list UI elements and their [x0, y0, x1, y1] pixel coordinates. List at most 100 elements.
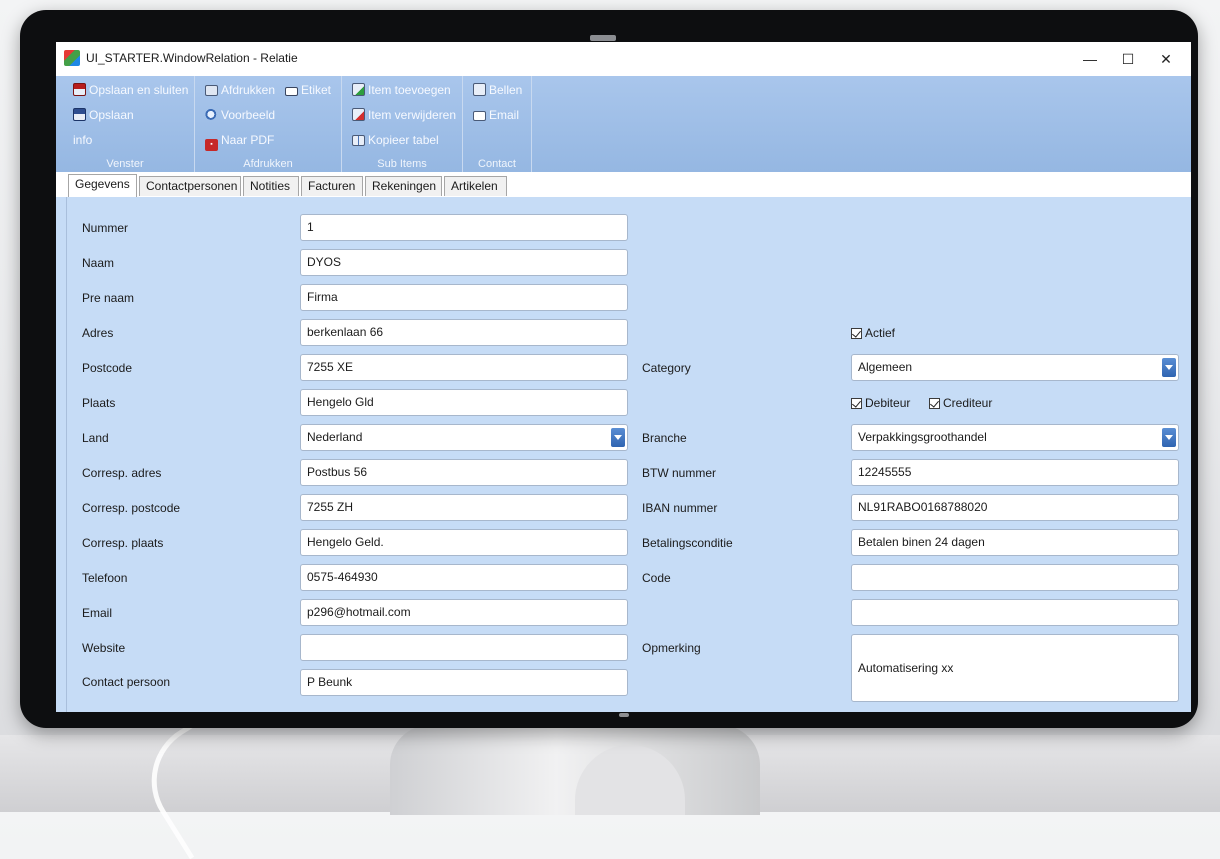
corresp-adres-field[interactable]: Postbus 56	[300, 459, 628, 486]
category-dropdown[interactable]: Algemeen	[851, 354, 1179, 381]
label-iban-nummer: IBAN nummer	[642, 501, 718, 515]
ribbon-group-label: Venster	[106, 158, 144, 170]
debiteur-checkbox[interactable]	[851, 398, 862, 409]
tab-facturen[interactable]: Facturen	[301, 176, 363, 196]
print-button[interactable]: Afdrukken	[205, 81, 275, 99]
extra-field[interactable]	[851, 599, 1179, 626]
tab-notities[interactable]: Notities	[243, 176, 299, 196]
label-opmerking: Opmerking	[642, 641, 701, 655]
title-bar: UI_STARTER.WindowRelation - Relatie — ☐ …	[56, 42, 1191, 76]
app-icon	[64, 50, 80, 66]
maximize-button[interactable]: ☐	[1114, 48, 1142, 70]
chevron-down-icon[interactable]	[1162, 428, 1176, 447]
preview-button[interactable]: Voorbeeld	[205, 106, 275, 124]
tab-contactpersonen[interactable]: Contactpersonen	[139, 176, 241, 196]
remove-item-button[interactable]: Item verwijderen	[352, 106, 456, 124]
label-corresp-postcode: Corresp. postcode	[82, 501, 181, 515]
save-button[interactable]: Opslaan	[73, 106, 134, 124]
label-email: Email	[82, 606, 113, 620]
label-pre-naam: Pre naam	[82, 291, 135, 305]
save-icon	[73, 108, 86, 121]
tab-gegevens[interactable]: Gegevens	[68, 174, 137, 197]
close-button[interactable]: ✕	[1152, 48, 1180, 70]
ribbon-group-contact: Bellen Email Contact	[463, 76, 532, 172]
plaats-field[interactable]: Hengelo Gld	[300, 389, 628, 416]
naam-field[interactable]: DYOS	[300, 249, 628, 276]
tab-artikelen[interactable]: Artikelen	[444, 176, 507, 196]
monitor-frame: UI_STARTER.WindowRelation - Relatie — ☐ …	[20, 10, 1198, 728]
label-betalingsconditie: Betalingsconditie	[642, 536, 733, 550]
land-dropdown[interactable]: Nederland	[300, 424, 628, 451]
copy-table-button[interactable]: Kopieer tabel	[352, 131, 439, 149]
land-dropdown-value: Nederland	[307, 430, 363, 444]
betalingsconditie-field[interactable]: Betalen binen 24 dagen	[851, 529, 1179, 556]
category-dropdown-value: Algemeen	[858, 360, 913, 374]
label-branche: Branche	[642, 431, 687, 445]
crediteur-label: Crediteur	[943, 396, 993, 410]
label-plaats: Plaats	[82, 396, 116, 410]
email-button[interactable]: Email	[473, 106, 519, 124]
tab-rekeningen[interactable]: Rekeningen	[365, 176, 442, 196]
phone-icon	[473, 83, 486, 96]
pre-naam-field[interactable]: Firma	[300, 284, 628, 311]
monitor-logo	[619, 713, 629, 717]
app-window: UI_STARTER.WindowRelation - Relatie — ☐ …	[56, 42, 1191, 712]
save-close-button[interactable]: Opslaan en sluiten	[73, 81, 188, 99]
ribbon-group-label: Sub Items	[377, 158, 427, 170]
add-item-icon	[352, 83, 365, 96]
ribbon-group-afdrukken: Afdrukken Etiket Voorbeeld ▪ Naar PDF Afd…	[195, 76, 342, 172]
corresp-plaats-field[interactable]: Hengelo Geld.	[300, 529, 628, 556]
label-telefoon: Telefoon	[82, 571, 128, 585]
minimize-button[interactable]: —	[1076, 48, 1104, 70]
actief-label: Actief	[865, 326, 896, 340]
label-postcode: Postcode	[82, 361, 133, 375]
label-land: Land	[82, 431, 109, 445]
call-button[interactable]: Bellen	[473, 81, 522, 99]
label-corresp-plaats: Corresp. plaats	[82, 536, 164, 550]
label-nummer: Nummer	[82, 221, 129, 235]
label-naam: Naam	[82, 256, 115, 270]
actief-checkbox[interactable]	[851, 328, 862, 339]
adres-field[interactable]: berkenlaan 66	[300, 319, 628, 346]
printer-icon	[205, 85, 218, 96]
label-code: Code	[642, 571, 671, 585]
label-category: Category	[642, 361, 691, 375]
remove-item-icon	[352, 108, 365, 121]
crediteur-checkbox[interactable]	[929, 398, 940, 409]
add-item-button[interactable]: Item toevoegen	[352, 81, 451, 99]
nummer-field[interactable]: 1	[300, 214, 628, 241]
label-website: Website	[82, 641, 126, 655]
label-btw-nummer: BTW nummer	[642, 466, 717, 480]
ribbon-group-sub-items: Item toevoegen Item verwijderen Kopieer …	[342, 76, 463, 172]
ribbon-group-label: Afdrukken	[243, 158, 293, 170]
label-button[interactable]: Etiket	[285, 81, 331, 99]
opmerking-textarea[interactable]: Automatisering xx	[851, 634, 1179, 702]
label-contact-persoon: Contact persoon	[82, 675, 171, 689]
form-panel: Nummer 1 Naam DYOS Pre naam Firma Adres …	[66, 197, 1191, 712]
contact-persoon-field[interactable]: P Beunk	[300, 669, 628, 696]
info-button[interactable]: info	[73, 131, 92, 149]
mail-icon	[473, 111, 486, 121]
chevron-down-icon[interactable]	[1162, 358, 1176, 377]
label-adres: Adres	[82, 326, 114, 340]
magnifier-icon	[205, 109, 218, 121]
save-close-icon	[73, 83, 86, 96]
website-field[interactable]	[300, 634, 628, 661]
branche-dropdown[interactable]: Verpakkingsgroothandel	[851, 424, 1179, 451]
email-field[interactable]: p296@hotmail.com	[300, 599, 628, 626]
pdf-button[interactable]: ▪ Naar PDF	[205, 131, 274, 151]
chevron-down-icon[interactable]	[611, 428, 625, 447]
code-field[interactable]	[851, 564, 1179, 591]
table-icon	[352, 135, 365, 146]
ribbon: Opslaan en sluiten Opslaan info Venster …	[56, 76, 1191, 172]
btw-nummer-field[interactable]: 12245555	[851, 459, 1179, 486]
iban-nummer-field[interactable]: NL91RABO0168788020	[851, 494, 1179, 521]
webcam	[590, 35, 616, 41]
ribbon-group-label: Contact	[478, 158, 516, 170]
window-title: UI_STARTER.WindowRelation - Relatie	[86, 51, 298, 65]
label-corresp-adres: Corresp. adres	[82, 466, 162, 480]
corresp-postcode-field[interactable]: 7255 ZH	[300, 494, 628, 521]
postcode-field[interactable]: 7255 XE	[300, 354, 628, 381]
telefoon-field[interactable]: 0575-464930	[300, 564, 628, 591]
debiteur-label: Debiteur	[865, 396, 911, 410]
